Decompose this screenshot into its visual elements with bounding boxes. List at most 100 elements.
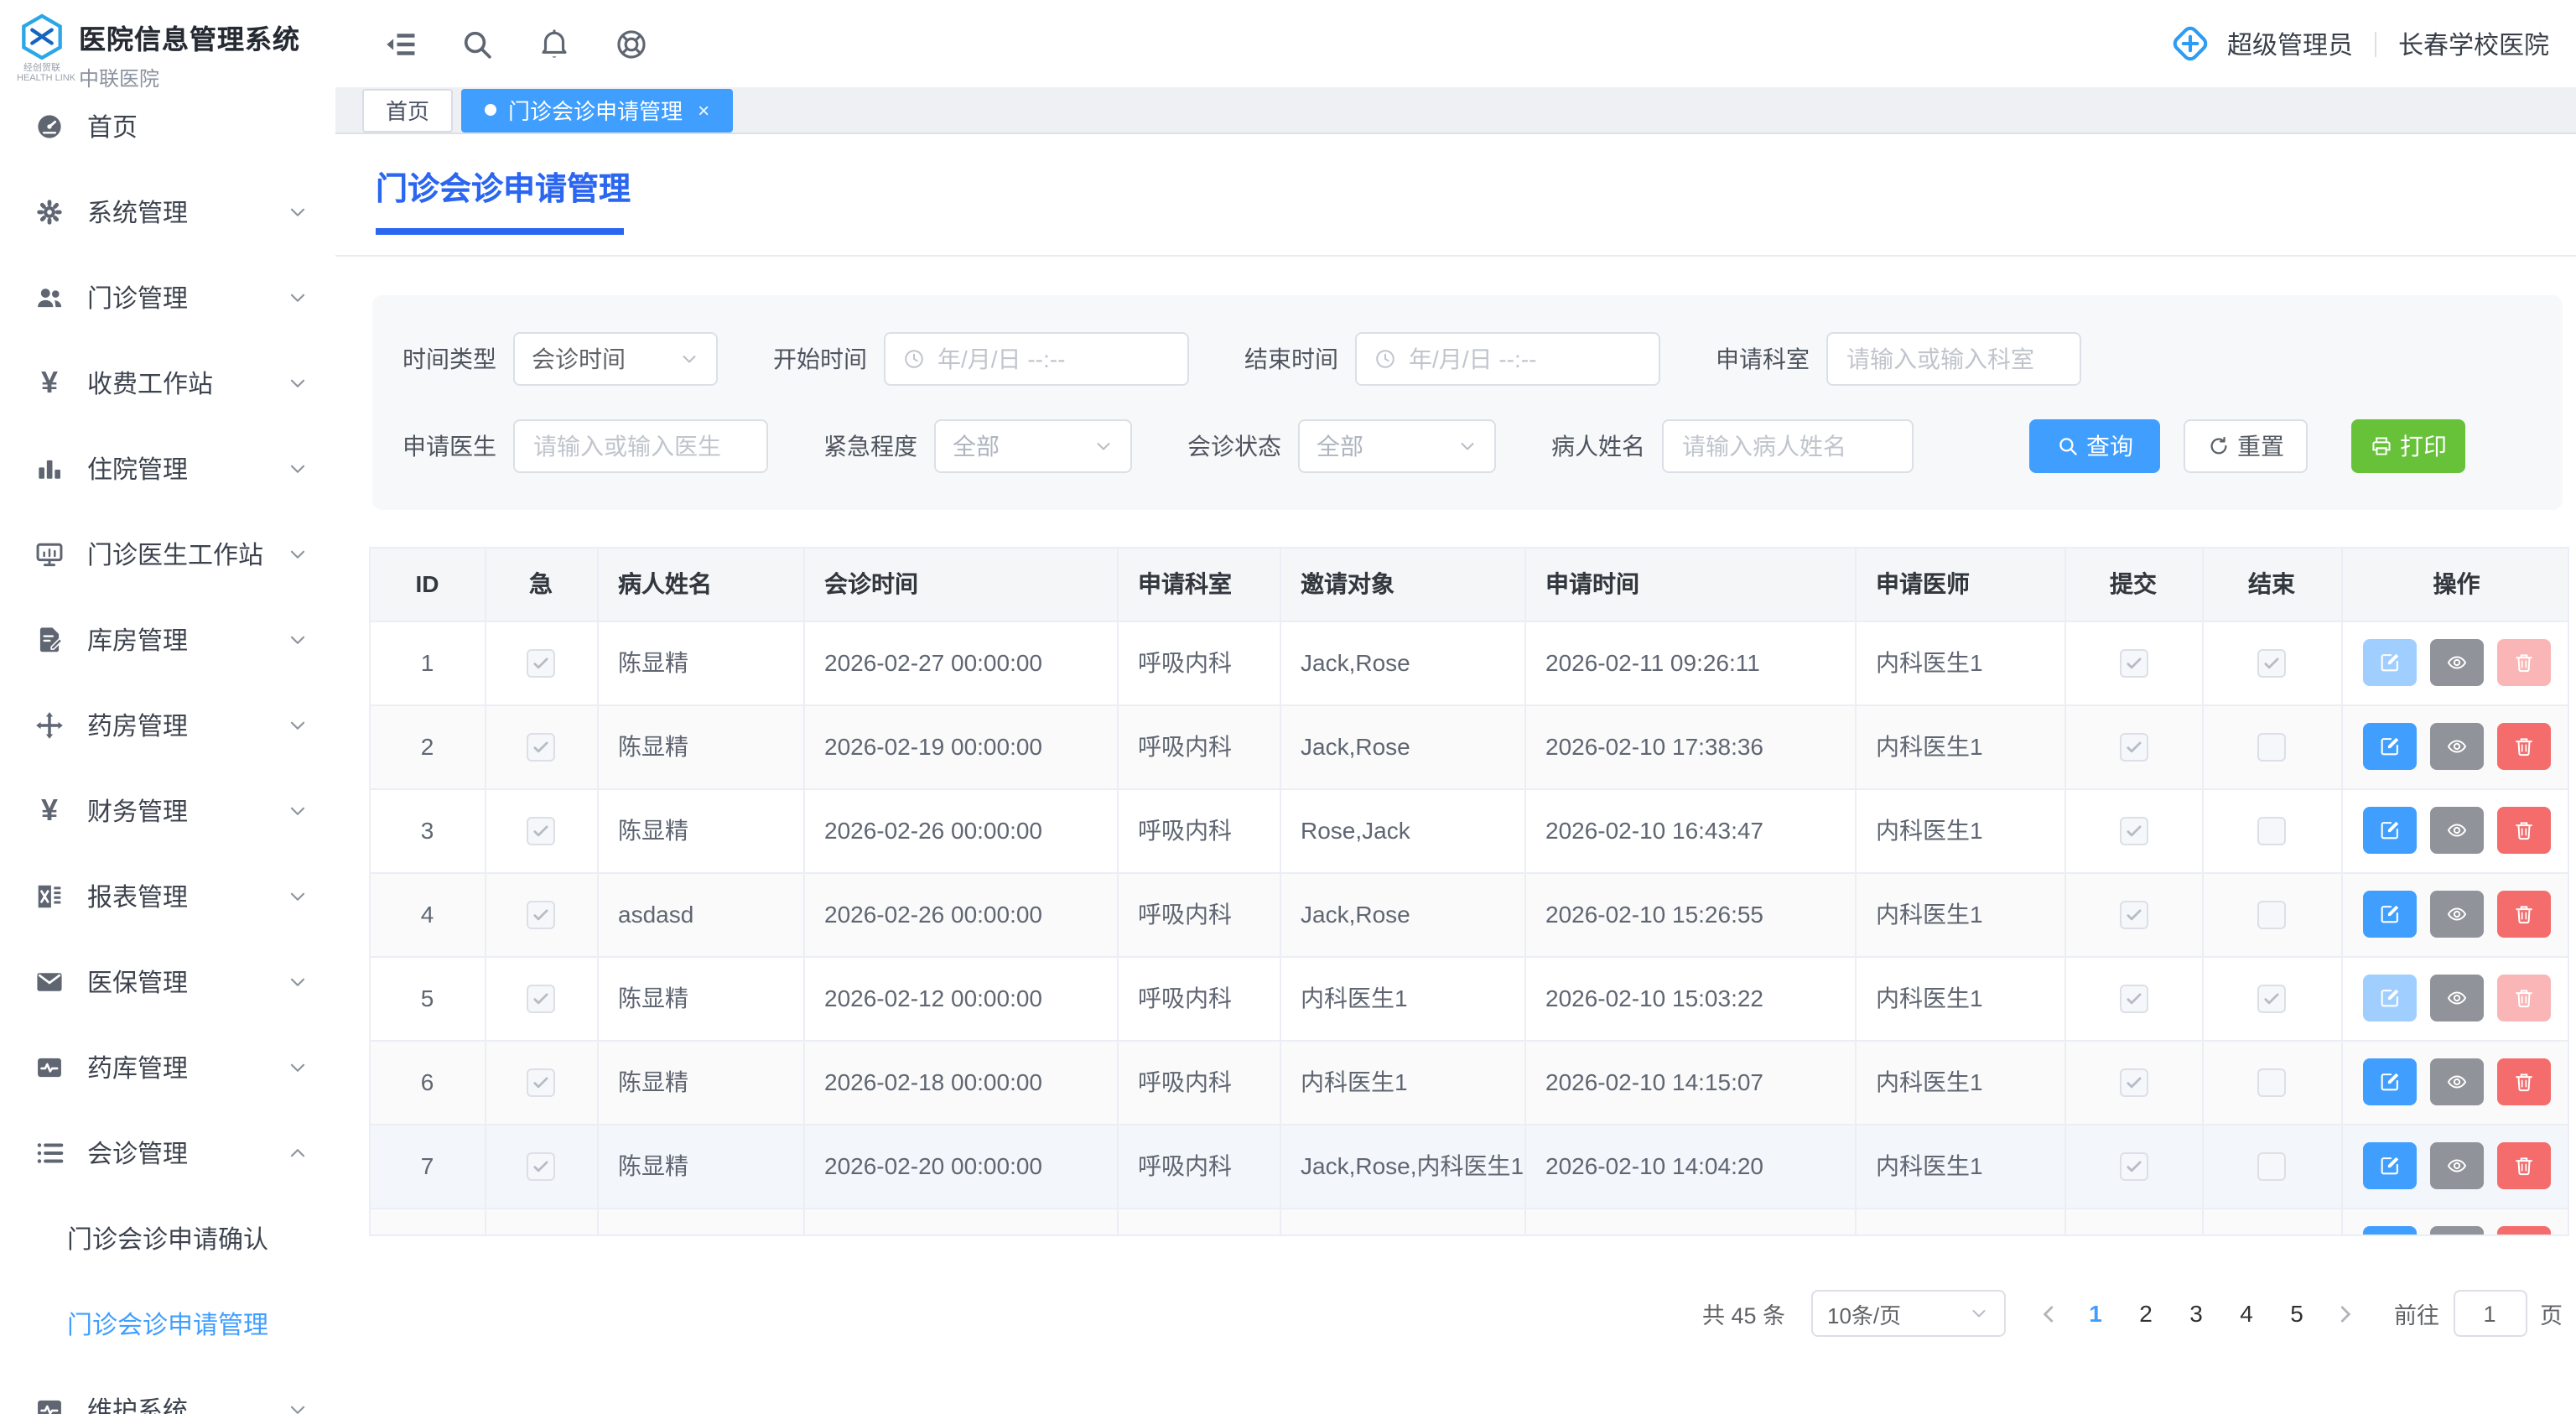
delete-button[interactable] (2497, 891, 2551, 938)
sidebar-item-system[interactable]: 系统管理 (0, 169, 335, 255)
view-button[interactable] (2430, 639, 2484, 686)
table-row: 6陈显精2026-02-18 00:00:00呼吸内科内科医生12026-02-… (371, 1040, 2569, 1124)
filter-label-time-type: 时间类型 (402, 342, 496, 376)
urgent-checkbox[interactable] (527, 1152, 555, 1181)
sidebar-item-outpatient-doctor-station[interactable]: 门诊医生工作站 (0, 512, 335, 597)
delete-button[interactable] (2497, 1058, 2551, 1105)
column-header-submitted: 提交 (2064, 548, 2202, 621)
urgent-checkbox[interactable] (527, 901, 555, 929)
reset-button[interactable]: 重置 (2184, 419, 2308, 473)
finished-checkbox[interactable] (2257, 817, 2286, 845)
edit-button[interactable] (2363, 1226, 2417, 1236)
table-row: 2陈显精2026-02-19 00:00:00呼吸内科Jack,Rose2026… (371, 704, 2569, 788)
collapse-sidebar-icon[interactable] (382, 26, 418, 61)
sidebar-item-finance[interactable]: ¥财务管理 (0, 768, 335, 854)
edit-button[interactable] (2363, 639, 2417, 686)
search-icon[interactable] (460, 26, 495, 61)
delete-button[interactable] (2497, 1142, 2551, 1189)
edit-button[interactable] (2363, 1142, 2417, 1189)
sidebar-item-outpatient[interactable]: 门诊管理 (0, 255, 335, 341)
apply-dept-input[interactable] (1826, 332, 2081, 386)
next-page-button[interactable] (2332, 1301, 2357, 1326)
chevron-down-icon (1093, 436, 1114, 456)
cell-apply_time: 2026-02-10 15:03:22 (1524, 956, 1855, 1040)
sidebar-item-consult-confirm[interactable]: 门诊会诊申请确认 (0, 1196, 335, 1281)
help-ring-icon[interactable] (614, 26, 649, 61)
delete-button[interactable] (2497, 1226, 2551, 1236)
sidebar-item-consultation[interactable]: 会诊管理 (0, 1110, 335, 1196)
view-button[interactable] (2430, 1226, 2484, 1236)
sidebar-item-drug-storage[interactable]: 药库管理 (0, 1025, 335, 1110)
finished-checkbox[interactable] (2257, 985, 2286, 1013)
submitted-checkbox[interactable] (2119, 901, 2148, 929)
tab-close-icon[interactable]: × (698, 98, 709, 122)
sidebar-item-storeroom[interactable]: 库房管理 (0, 597, 335, 683)
page-number-2[interactable]: 2 (2121, 1300, 2171, 1327)
page-size-select[interactable]: 10条/页 (1810, 1290, 2005, 1337)
prev-page-button[interactable] (2035, 1301, 2060, 1326)
view-button[interactable] (2430, 1142, 2484, 1189)
end-time-date-input[interactable]: 年/月/日 --:-- (1355, 332, 1660, 386)
apply-doctor-input[interactable] (513, 419, 768, 473)
sidebar-item-consult-manage[interactable]: 门诊会诊申请管理 (0, 1281, 335, 1367)
tab-consult-manage[interactable]: 门诊会诊申请管理× (461, 88, 733, 132)
edit-button[interactable] (2363, 807, 2417, 854)
delete-button[interactable] (2497, 639, 2551, 686)
view-button[interactable] (2430, 891, 2484, 938)
submitted-checkbox[interactable] (2119, 1152, 2148, 1181)
sidebar-item-medical-insurance[interactable]: 医保管理 (0, 939, 335, 1025)
print-button[interactable]: 打印 (2351, 419, 2465, 473)
patient-name-input[interactable] (1662, 419, 1914, 473)
filter-panel: 时间类型会诊时间开始时间年/月/日 --:--结束时间年/月/日 --:--申请… (372, 295, 2563, 510)
page-number-5[interactable]: 5 (2272, 1300, 2322, 1327)
tab-home[interactable]: 首页 (362, 88, 453, 132)
finished-checkbox[interactable] (2257, 1152, 2286, 1181)
edit-button[interactable] (2363, 891, 2417, 938)
finished-checkbox[interactable] (2257, 1068, 2286, 1097)
goto-page-input[interactable] (2453, 1290, 2527, 1337)
delete-button[interactable] (2497, 807, 2551, 854)
sidebar-item-charging-station[interactable]: ¥收费工作站 (0, 341, 335, 426)
start-time-date-input[interactable]: 年/月/日 --:-- (884, 332, 1189, 386)
consult-status-select[interactable]: 全部 (1298, 419, 1496, 473)
urgent-checkbox[interactable] (527, 1068, 555, 1097)
filter-group-consult-status: 会诊状态全部 (1187, 419, 1496, 473)
urgent-checkbox[interactable] (527, 985, 555, 1013)
delete-button[interactable] (2497, 975, 2551, 1022)
view-button[interactable] (2430, 1058, 2484, 1105)
finished-checkbox[interactable] (2257, 901, 2286, 929)
edit-button[interactable] (2363, 975, 2417, 1022)
finished-checkbox[interactable] (2257, 649, 2286, 678)
page-number-3[interactable]: 3 (2171, 1300, 2221, 1327)
urgent-checkbox[interactable] (527, 733, 555, 762)
view-button[interactable] (2430, 807, 2484, 854)
edit-button[interactable] (2363, 1058, 2417, 1105)
page-number-1[interactable]: 1 (2070, 1300, 2121, 1327)
time-type-select[interactable]: 会诊时间 (513, 332, 718, 386)
view-button[interactable] (2430, 723, 2484, 770)
sidebar-item-reports[interactable]: 报表管理 (0, 854, 335, 939)
page-size-value: 10条/页 (1827, 1297, 1901, 1329)
submitted-checkbox[interactable] (2119, 1068, 2148, 1097)
submitted-checkbox[interactable] (2119, 733, 2148, 762)
sidebar-item-pharmacy[interactable]: 药房管理 (0, 683, 335, 768)
urgency-select[interactable]: 全部 (934, 419, 1132, 473)
bell-icon[interactable] (537, 26, 572, 61)
urgent-checkbox[interactable] (527, 817, 555, 845)
sidebar-item-maintenance[interactable]: 维护系统 (0, 1367, 335, 1414)
submitted-checkbox[interactable] (2119, 985, 2148, 1013)
sidebar-item-inpatient[interactable]: 住院管理 (0, 426, 335, 512)
submitted-checkbox[interactable] (2119, 649, 2148, 678)
cell-finished (2202, 621, 2341, 704)
edit-button[interactable] (2363, 723, 2417, 770)
delete-button[interactable] (2497, 723, 2551, 770)
finished-checkbox[interactable] (2257, 733, 2286, 762)
view-button[interactable] (2430, 975, 2484, 1022)
submitted-checkbox[interactable] (2119, 817, 2148, 845)
hospital-name: 长春学校医院 (2398, 26, 2549, 61)
page-number-4[interactable]: 4 (2221, 1300, 2272, 1327)
search-button[interactable]: 查询 (2029, 419, 2160, 473)
urgent-checkbox[interactable] (527, 649, 555, 678)
table-row (371, 1208, 2569, 1236)
sidebar-item-home[interactable]: 首页 (0, 84, 335, 169)
